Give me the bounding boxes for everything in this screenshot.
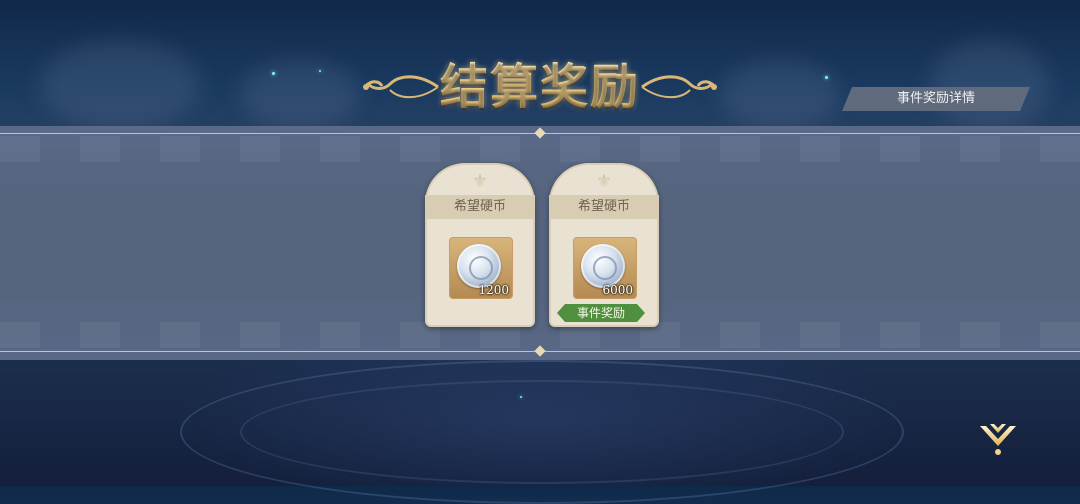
reward-name: 希望硬币 [425, 195, 535, 219]
reward-name: 希望硬币 [549, 195, 659, 219]
fleur-de-lis-icon: ⚜ [595, 171, 613, 192]
event-reward-details-button[interactable]: 事件奖励详情 [842, 87, 1030, 111]
reward-item-slot[interactable]: 6000 [573, 237, 637, 299]
event-reward-tag: 事件奖励 [557, 304, 645, 322]
reward-item-slot[interactable]: 1200 [449, 237, 513, 299]
floor-ring-decoration [240, 380, 844, 484]
band-pattern-top [0, 136, 1080, 162]
title-flourish-right-icon [641, 75, 717, 99]
chevron-down-icon[interactable] [976, 418, 1020, 458]
page-title: 结算奖励 [440, 52, 640, 122]
silver-coin-icon [457, 244, 501, 288]
reward-card[interactable]: ⚜ 希望硬币 1200 [425, 163, 535, 327]
fleur-de-lis-icon: ⚜ [471, 171, 489, 192]
reward-quantity: 1200 [478, 283, 509, 297]
reward-card[interactable]: ⚜ 希望硬币 6000 [549, 163, 659, 327]
silver-coin-icon [581, 244, 625, 288]
reward-quantity: 6000 [602, 283, 633, 297]
band-pattern-bottom [0, 322, 1080, 348]
